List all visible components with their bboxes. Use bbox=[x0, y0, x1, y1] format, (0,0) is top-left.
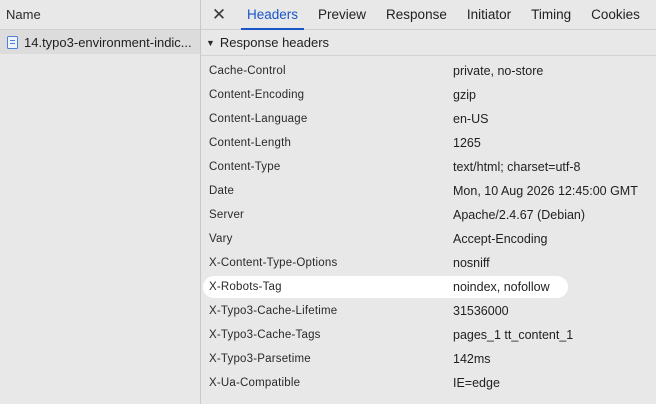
request-row-selected[interactable]: 14.typo3-environment-indic... bbox=[0, 30, 200, 54]
header-name: Date bbox=[209, 185, 235, 197]
header-row[interactable]: Content-Encoding gzip bbox=[201, 83, 656, 107]
request-details-panel: ✕ Headers Preview Response Initiator Timing C… bbox=[201, 0, 656, 404]
details-tab-bar: ✕ Headers Preview Response Initiator Timing C… bbox=[201, 0, 656, 30]
tab-headers[interactable]: Headers bbox=[237, 0, 308, 30]
header-row[interactable]: X-Content-Type-Options nosniff bbox=[201, 251, 656, 275]
header-row[interactable]: Date Mon, 10 Aug 2026 12:45:00 GMT bbox=[201, 179, 656, 203]
header-value: text/html; charset=utf-8 bbox=[453, 160, 581, 174]
response-headers-section-toggle[interactable]: ▼ Response headers bbox=[201, 30, 656, 56]
header-name: Vary bbox=[209, 233, 233, 245]
header-row[interactable]: Content-Type text/html; charset=utf-8 bbox=[201, 155, 656, 179]
triangle-down-icon: ▼ bbox=[206, 37, 215, 48]
header-value: 1265 bbox=[453, 136, 481, 150]
header-value: Accept-Encoding bbox=[453, 232, 548, 246]
header-row[interactable]: Cache-Control private, no-store bbox=[201, 59, 656, 83]
tab-preview[interactable]: Preview bbox=[308, 0, 376, 29]
header-row[interactable]: Server Apache/2.4.67 (Debian) bbox=[201, 203, 656, 227]
header-value: pages_1 tt_content_1 bbox=[453, 328, 574, 342]
section-title: Response headers bbox=[219, 35, 330, 50]
request-name: 14.typo3-environment-indic... bbox=[24, 34, 192, 50]
document-icon bbox=[7, 35, 18, 49]
tab-initiator[interactable]: Initiator bbox=[457, 0, 521, 29]
header-value: 31536000 bbox=[453, 304, 509, 318]
header-name: Cache-Control bbox=[209, 65, 286, 77]
header-value: nosniff bbox=[453, 256, 490, 270]
header-name: X-Typo3-Cache-Tags bbox=[209, 329, 321, 341]
header-name: Content-Type bbox=[209, 161, 281, 173]
header-row[interactable]: X-Typo3-Parsetime 142ms bbox=[201, 347, 656, 371]
request-list-panel: Name 14.typo3-environment-indic... bbox=[0, 0, 201, 404]
header-name: X-Robots-Tag bbox=[209, 281, 282, 293]
header-name: Server bbox=[209, 209, 245, 221]
header-row[interactable]: Content-Length 1265 bbox=[201, 131, 656, 155]
name-column-label: Name bbox=[6, 7, 41, 22]
tab-response[interactable]: Response bbox=[376, 0, 457, 29]
header-value: 142ms bbox=[453, 352, 491, 366]
header-row[interactable]: X-Typo3-Cache-Tags pages_1 tt_content_1 bbox=[201, 323, 656, 347]
name-column-header[interactable]: Name bbox=[0, 0, 200, 30]
header-value: noindex, nofollow bbox=[453, 280, 550, 294]
header-row[interactable]: Content-Language en-US bbox=[201, 107, 656, 131]
header-value: private, no-store bbox=[453, 64, 544, 78]
header-value: Apache/2.4.67 (Debian) bbox=[453, 208, 586, 222]
response-headers-list: Cache-Control private, no-store Content-En… bbox=[201, 56, 656, 395]
header-row[interactable]: X-Typo3-Cache-Lifetime 31536000 bbox=[201, 299, 656, 323]
header-value: IE=edge bbox=[453, 376, 500, 390]
header-name: X-Typo3-Parsetime bbox=[209, 353, 311, 365]
header-value: Mon, 10 Aug 2026 12:45:00 GMT bbox=[453, 184, 638, 198]
header-name: Content-Language bbox=[209, 113, 308, 125]
header-name: X-Typo3-Cache-Lifetime bbox=[209, 305, 338, 317]
header-name: Content-Length bbox=[209, 137, 292, 149]
devtools-network-panel: Name 14.typo3-environment-indic... ✕ Hea… bbox=[0, 0, 656, 404]
header-value: en-US bbox=[453, 112, 489, 126]
header-row[interactable]: X-Ua-Compatible IE=edge bbox=[201, 371, 656, 395]
header-row[interactable]: Vary Accept-Encoding bbox=[201, 227, 656, 251]
header-row-highlighted[interactable]: X-Robots-Tag noindex, nofollow bbox=[201, 275, 656, 299]
tab-timing[interactable]: Timing bbox=[521, 0, 581, 29]
close-icon[interactable]: ✕ bbox=[201, 0, 237, 29]
header-name: X-Ua-Compatible bbox=[209, 377, 301, 389]
tab-cookies[interactable]: Cookies bbox=[581, 0, 650, 29]
header-name: Content-Encoding bbox=[209, 89, 305, 101]
header-name: X-Content-Type-Options bbox=[209, 257, 338, 269]
header-value: gzip bbox=[453, 88, 476, 102]
